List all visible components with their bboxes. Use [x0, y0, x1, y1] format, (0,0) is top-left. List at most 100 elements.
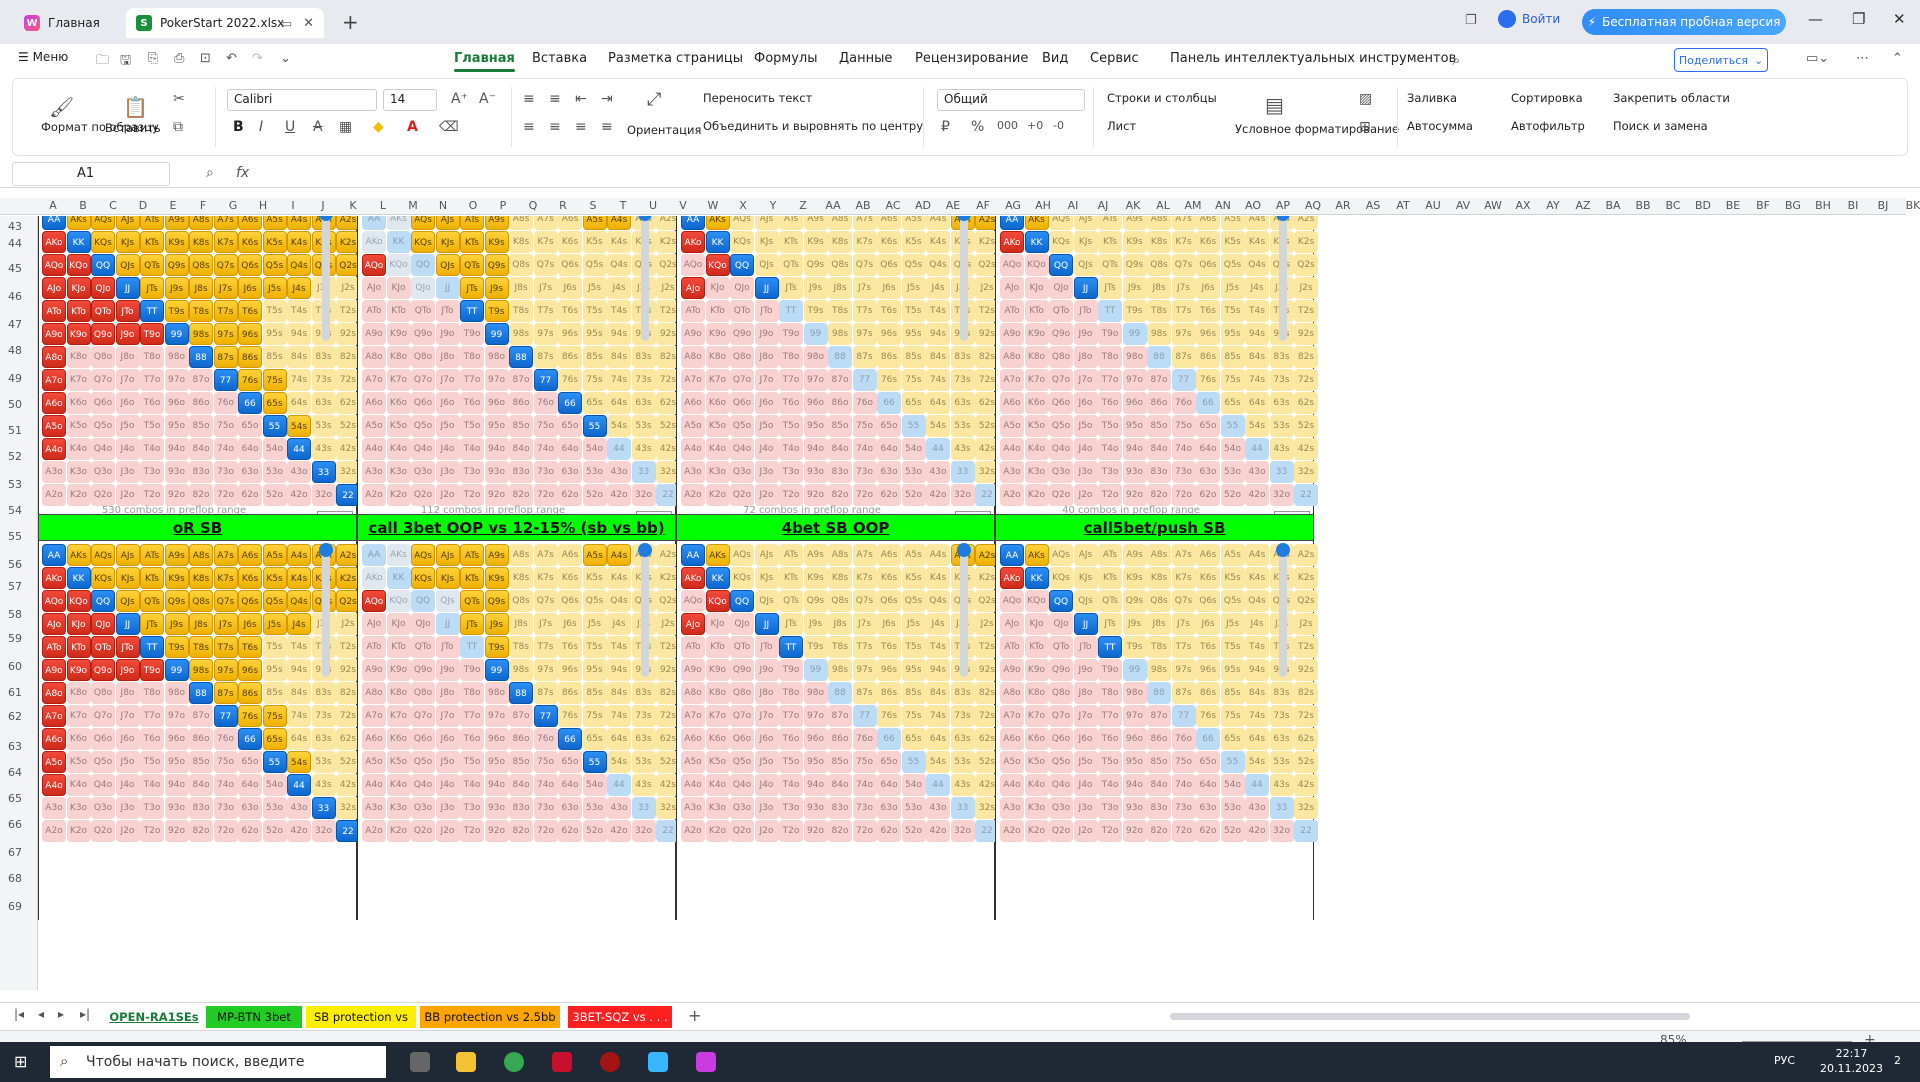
hand-cell[interactable]: J9s — [1122, 277, 1147, 299]
hand-cell[interactable]: Q3o — [91, 797, 115, 819]
hand-cell[interactable]: 83o — [509, 461, 533, 483]
hand-cell[interactable]: A4o — [362, 774, 386, 796]
hand-cell[interactable]: J7s — [533, 277, 558, 299]
hand-cell[interactable]: K7o — [705, 705, 730, 727]
hand-cell[interactable]: A8s — [1147, 216, 1171, 230]
hand-cell[interactable]: A7o — [1000, 705, 1024, 727]
hand-cell[interactable]: 55 — [901, 415, 926, 437]
hand-cell[interactable]: Q8o — [730, 682, 754, 704]
column-header[interactable]: AO — [1238, 199, 1268, 212]
column-header[interactable]: S — [578, 199, 608, 212]
hand-cell[interactable]: T6s — [558, 300, 582, 322]
hand-cell[interactable]: 55 — [582, 415, 607, 437]
hand-cell[interactable]: 76s — [558, 369, 582, 391]
hand-cell[interactable]: 84s — [1245, 346, 1269, 368]
hand-cell[interactable]: 95s — [262, 659, 287, 681]
hand-cell[interactable]: 77 — [852, 369, 877, 391]
hand-cell[interactable]: JTo — [1073, 636, 1098, 658]
hand-cell[interactable]: J8o — [435, 682, 460, 704]
hand-cell[interactable]: KTs — [779, 231, 803, 253]
hand-cell[interactable]: 54o — [582, 438, 607, 460]
row-header[interactable]: 59 — [0, 632, 30, 645]
vertical-range-slider[interactable] — [1276, 216, 1290, 341]
column-header[interactable]: E — [158, 199, 188, 212]
hand-cell[interactable]: J7s — [1171, 277, 1196, 299]
task-view-icon[interactable] — [410, 1052, 430, 1072]
hand-cell[interactable]: 44 — [607, 438, 631, 460]
hand-cell[interactable]: J6o — [1073, 728, 1098, 750]
hand-cell[interactable]: 98o — [1122, 346, 1147, 368]
hand-cell[interactable]: 77 — [533, 369, 558, 391]
hand-cell[interactable]: QJo — [91, 277, 115, 299]
hand-cell[interactable]: T6o — [1098, 728, 1122, 750]
hand-cell[interactable]: Q6o — [730, 728, 754, 750]
hand-cell[interactable]: 86s — [558, 346, 582, 368]
hand-cell[interactable]: KK — [386, 231, 411, 253]
hand-cell[interactable]: K2o — [66, 484, 91, 506]
hand-cell[interactable]: Q9o — [411, 323, 435, 345]
redo-icon[interactable]: ↷ — [252, 51, 263, 66]
hand-cell[interactable]: K5s — [262, 567, 287, 589]
hand-cell[interactable]: A8s — [509, 216, 533, 230]
hand-cell[interactable]: JJ — [1073, 613, 1098, 635]
hand-cell[interactable]: T8s — [1147, 300, 1171, 322]
hand-cell[interactable]: 93o — [164, 461, 189, 483]
wps-taskbar-icon[interactable] — [696, 1052, 716, 1072]
hand-cell[interactable]: QTs — [779, 590, 803, 612]
hand-cell[interactable]: A7o — [1000, 369, 1024, 391]
hand-cell[interactable]: K3o — [1024, 797, 1049, 819]
bold-icon[interactable]: B — [233, 119, 244, 135]
hand-cell[interactable]: T9s — [484, 300, 509, 322]
hand-cell[interactable]: 63s — [631, 728, 656, 750]
hand-cell[interactable]: QJs — [115, 590, 140, 612]
hand-cell[interactable]: KTs — [140, 567, 164, 589]
hand-cell[interactable]: QTo — [1049, 300, 1073, 322]
hand-cell[interactable]: J4s — [607, 277, 631, 299]
hand-cell[interactable]: T9s — [1122, 300, 1147, 322]
hand-cell[interactable]: Q2o — [411, 820, 435, 842]
hand-cell[interactable]: 98o — [164, 346, 189, 368]
hand-cell[interactable]: AA — [42, 216, 66, 230]
hand-cell[interactable]: JTs — [779, 613, 803, 635]
hand-cell[interactable]: 95o — [164, 415, 189, 437]
hand-cell[interactable]: 96s — [558, 323, 582, 345]
hand-cell[interactable]: AQs — [730, 216, 754, 230]
hand-cell[interactable]: 85o — [1147, 415, 1171, 437]
panel-title[interactable]: call5bet/push SB — [995, 514, 1314, 541]
hand-cell[interactable]: A6o — [42, 728, 66, 750]
hand-cell[interactable]: A5s — [582, 216, 607, 230]
hand-cell[interactable]: QTo — [411, 300, 435, 322]
hand-cell[interactable]: KJs — [435, 231, 460, 253]
hand-cell[interactable]: 83o — [509, 797, 533, 819]
thousands-icon[interactable]: 000 — [997, 119, 1018, 132]
hand-cell[interactable]: QJs — [1073, 254, 1098, 276]
column-header[interactable]: AP — [1268, 199, 1298, 212]
hand-cell[interactable]: JTs — [779, 277, 803, 299]
hand-cell[interactable]: 33 — [311, 797, 336, 819]
hand-cell[interactable]: AKs — [386, 216, 411, 230]
hand-cell[interactable]: 74o — [852, 438, 877, 460]
vertical-range-slider[interactable] — [319, 216, 333, 341]
hand-cell[interactable]: 99 — [803, 323, 828, 345]
hand-cell[interactable]: 87s — [533, 682, 558, 704]
hand-cell[interactable]: 73s — [631, 705, 656, 727]
hand-cell[interactable]: T5o — [779, 415, 803, 437]
row-header[interactable]: 50 — [0, 398, 30, 411]
hand-cell[interactable]: T8o — [779, 682, 803, 704]
hand-cell[interactable]: 75o — [213, 415, 238, 437]
hand-cell[interactable]: Q7o — [1049, 705, 1073, 727]
hand-cell[interactable]: 88 — [509, 682, 533, 704]
hand-cell[interactable]: A5s — [901, 544, 926, 566]
hand-cell[interactable]: K9o — [386, 323, 411, 345]
row-header[interactable]: 62 — [0, 710, 30, 723]
hand-cell[interactable]: Q7s — [1171, 590, 1196, 612]
hand-cell[interactable]: 76s — [1196, 705, 1220, 727]
hand-cell[interactable]: A7o — [681, 705, 705, 727]
row-header[interactable]: 47 — [0, 318, 30, 331]
hand-cell[interactable]: J7s — [852, 613, 877, 635]
hand-cell[interactable]: 44 — [287, 774, 311, 796]
hand-cell[interactable]: K6s — [558, 231, 582, 253]
more-icon[interactable]: ⋯ — [1856, 51, 1869, 66]
export-icon[interactable]: ⎘ — [148, 51, 158, 66]
hand-cell[interactable]: 76o — [852, 392, 877, 414]
